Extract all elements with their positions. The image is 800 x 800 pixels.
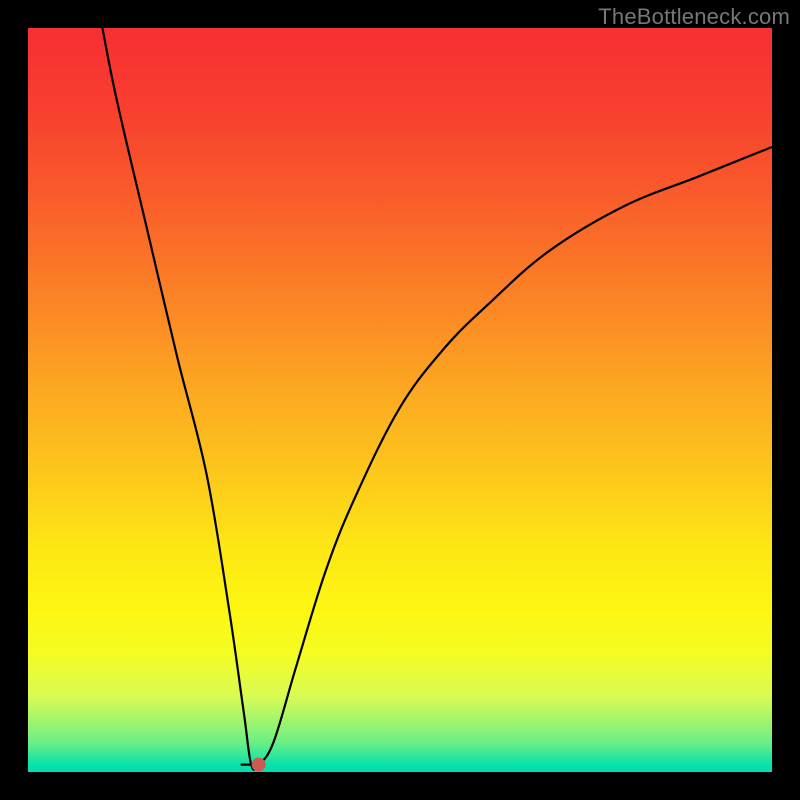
watermark-label: TheBottleneck.com	[598, 4, 790, 30]
curve-layer	[28, 28, 772, 772]
plot-area	[28, 28, 772, 772]
bottleneck-curve	[102, 28, 772, 770]
min-marker	[252, 758, 266, 772]
chart-frame: TheBottleneck.com	[0, 0, 800, 800]
